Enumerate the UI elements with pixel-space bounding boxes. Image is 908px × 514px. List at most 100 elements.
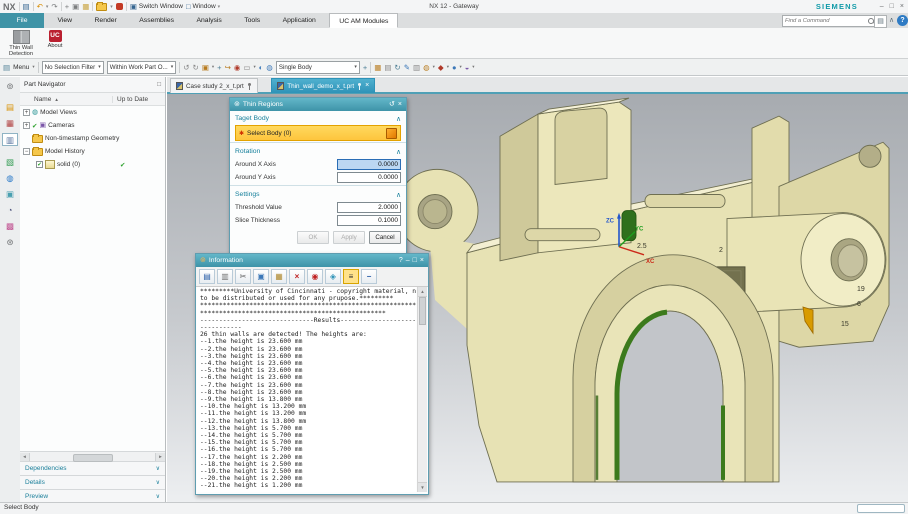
menu-button[interactable]: Menu	[13, 64, 29, 71]
open-caret-icon[interactable]: ▾	[110, 4, 113, 10]
open-folder-icon[interactable]	[96, 1, 108, 11]
cut-icon[interactable]: ✂	[235, 269, 251, 284]
print-icon[interactable]: ▥	[217, 269, 233, 284]
window-layout-icon[interactable]: ▦	[374, 60, 381, 75]
column-name[interactable]: Name ▲	[20, 96, 112, 103]
material-icon[interactable]: ◆	[438, 60, 444, 75]
minimize-window-icon[interactable]: –	[406, 254, 410, 267]
tab-assemblies[interactable]: Assemblies	[130, 13, 183, 28]
constraint-navigator-icon[interactable]: ▦	[2, 117, 18, 130]
snap-point-icon[interactable]: ↺	[183, 60, 189, 75]
tab-tools[interactable]: Tools	[235, 13, 269, 28]
collapse-output-icon[interactable]: −	[361, 269, 377, 284]
settings-sync-icon[interactable]: +	[363, 60, 367, 75]
help-icon[interactable]: ?	[897, 15, 908, 26]
thin-wall-detection-button[interactable]: Thin Wall Detection	[2, 30, 40, 58]
information-title-bar[interactable]: ⊚ Information ? – □ ×	[196, 254, 428, 267]
around-y-axis-input[interactable]	[337, 172, 401, 183]
apply-button[interactable]: Apply	[333, 231, 365, 244]
close-window-icon[interactable]: ×	[420, 254, 424, 267]
horizontal-scrollbar[interactable]: ◄ ►	[20, 451, 165, 462]
tree-row-cameras[interactable]: + ✔ ▣ Cameras	[20, 119, 165, 132]
scroll-thumb[interactable]	[72, 453, 113, 462]
delete-icon[interactable]: ×	[289, 269, 305, 284]
effects-icon[interactable]: ◒	[465, 60, 470, 75]
menu-icon[interactable]: ▤	[3, 60, 10, 75]
save-file-icon[interactable]: ▤	[199, 269, 215, 284]
redo-icon[interactable]: ↷	[51, 0, 57, 13]
point-constructor-icon[interactable]: +	[217, 60, 221, 75]
scroll-right-icon[interactable]: ►	[155, 452, 165, 461]
internet-browser-icon[interactable]: ◍	[2, 172, 18, 185]
move-object-icon[interactable]: ↪	[225, 60, 231, 75]
vertical-scrollbar[interactable]: ▲ ▼	[417, 287, 427, 492]
part-navigator-icon[interactable]: ▥	[2, 133, 18, 146]
cancel-button[interactable]: Cancel	[369, 231, 401, 244]
selection-filter-dropdown[interactable]: No Selection Filter ▾	[41, 60, 104, 74]
assembly-navigator-icon[interactable]: ▤	[2, 101, 18, 114]
resource-gear-icon[interactable]: ⊚	[2, 80, 18, 93]
checkbox-checked-icon[interactable]: ✔	[36, 161, 43, 168]
target-body-section-header[interactable]: Taget Body ∧	[235, 112, 401, 125]
tree-row-model-views[interactable]: + ◍ Model Views	[20, 106, 165, 119]
dialog-title-bar[interactable]: ⊚ Thin Regions ↺ ×	[230, 98, 406, 111]
roles-icon[interactable]: ⊛	[2, 236, 18, 249]
close-tab-icon[interactable]: ×	[365, 80, 369, 92]
touch-mode-icon[interactable]	[115, 3, 123, 10]
undock-panel-icon[interactable]: □	[157, 81, 161, 88]
shaded-view-icon[interactable]: ◐	[259, 60, 264, 75]
cut-icon[interactable]: +	[65, 0, 69, 13]
tab-view[interactable]: View	[48, 13, 81, 28]
tab-render[interactable]: Render	[86, 13, 126, 28]
undo-caret-icon[interactable]: ▾	[46, 4, 49, 10]
rotate-icon[interactable]: ◉	[234, 60, 241, 75]
pin-icon[interactable]	[247, 82, 252, 90]
redo-view-icon[interactable]: ↻	[193, 60, 199, 75]
section-dependencies[interactable]: Dependencies ∨	[20, 461, 165, 475]
scroll-down-icon[interactable]: ▼	[418, 482, 427, 492]
tab-analysis[interactable]: Analysis	[187, 13, 230, 28]
minimize-button[interactable]: –	[880, 3, 884, 10]
paste-icon[interactable]: ▦	[271, 269, 287, 284]
body-type-dropdown[interactable]: Single Body ▾	[275, 60, 360, 74]
word-wrap-icon[interactable]: ≡	[343, 269, 359, 284]
ok-button[interactable]: OK	[297, 231, 329, 244]
scroll-left-icon[interactable]: ◄	[20, 452, 30, 461]
copy-icon[interactable]: ▣	[72, 0, 79, 13]
rotation-section-header[interactable]: Rotation ∧	[235, 145, 401, 158]
switch-window-button[interactable]: ▣ Switch Window	[130, 0, 183, 13]
minimize-ribbon-icon[interactable]: ∧	[886, 15, 897, 26]
history-icon[interactable]: ◔	[2, 204, 18, 217]
restore-button[interactable]: □	[890, 3, 894, 10]
column-up-to-date[interactable]: Up to Date	[112, 95, 165, 103]
find-command-box[interactable]	[782, 15, 876, 27]
scroll-up-icon[interactable]: ▲	[418, 287, 427, 297]
notes-icon[interactable]: ▣	[2, 188, 18, 201]
save-icon[interactable]: ▤	[23, 0, 30, 13]
section-details[interactable]: Details ∨	[20, 475, 165, 489]
settings-section-header[interactable]: Settings ∧	[235, 188, 401, 201]
close-button[interactable]: ×	[900, 3, 904, 10]
tab-file[interactable]: File	[0, 13, 44, 28]
edit-section-icon[interactable]: ✎	[404, 60, 410, 75]
copy-icon[interactable]: ▣	[253, 269, 269, 284]
tree-row-solid[interactable]: ✔ solid (0) ✔	[20, 158, 165, 171]
doc-tab-thin-wall-demo[interactable]: Thin_wall_demo_x_t.prt ×	[271, 78, 376, 93]
true-shading-icon[interactable]: ●	[452, 60, 457, 75]
expand-icon[interactable]: +	[23, 109, 30, 116]
threshold-value-input[interactable]	[337, 202, 401, 213]
doc-tab-case-study[interactable]: Case study 2_x_t.prt	[170, 78, 258, 93]
collapse-icon[interactable]: −	[23, 148, 30, 155]
window-menu-button[interactable]: □ Window ▾	[186, 0, 220, 13]
select-body-row[interactable]: ✱ Select Body (0)	[235, 125, 401, 141]
3d-model-body[interactable]	[395, 97, 890, 483]
expand-icon[interactable]: +	[23, 122, 30, 129]
layer-settings-icon[interactable]: ▥	[413, 60, 420, 75]
show-panel-icon[interactable]: ▤	[384, 60, 391, 75]
help-icon[interactable]: ?	[399, 254, 403, 267]
tree-row-non-timestamp[interactable]: Non-timestamp Geometry	[20, 132, 165, 145]
orient-view-icon[interactable]: ◍	[266, 60, 273, 75]
find-command-input[interactable]	[783, 18, 867, 24]
tab-application[interactable]: Application	[274, 13, 325, 28]
slice-thickness-input[interactable]	[337, 215, 401, 226]
